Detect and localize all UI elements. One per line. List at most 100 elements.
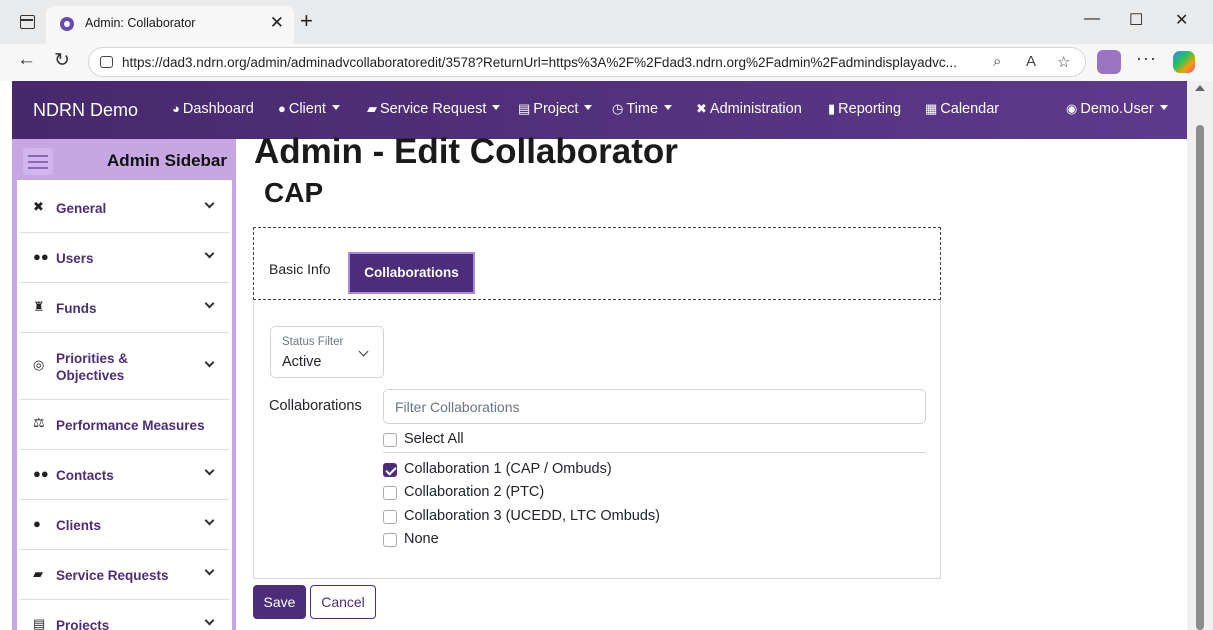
nav-user-menu[interactable]: ◉ Demo.User (1066, 101, 1168, 117)
caret-down-icon (331, 105, 340, 110)
clock-icon: ◷ (612, 101, 624, 116)
nav-label: Reporting (838, 101, 902, 117)
option-label[interactable]: Collaboration 2 (PTC) (404, 484, 544, 500)
chevron-down-icon (204, 515, 215, 526)
sidebar-item-label: Priorities & Objectives (56, 351, 129, 383)
nav-service-request[interactable]: ▰ Service Request (367, 101, 501, 117)
file-icon: ▮ (828, 101, 836, 116)
more-options-icon[interactable]: ··· (1136, 48, 1157, 69)
page-viewport: NDRN Demo ◕ Dashboard ● Client ▰ Service Re… (12, 81, 1187, 630)
url-text[interactable]: https://dad3.ndrn.org/admin/adminadvcoll… (122, 55, 982, 70)
checkbox[interactable] (383, 433, 397, 447)
copilot-icon[interactable] (1173, 51, 1195, 73)
option-label[interactable]: None (404, 531, 439, 547)
browser-tab[interactable]: Admin: Collaborator ✕ (46, 6, 294, 44)
checkbox[interactable] (383, 510, 397, 524)
tab-collaborations[interactable]: Collaborations (348, 252, 475, 294)
chevron-down-icon (204, 615, 215, 626)
user-circle-icon: ◉ (1066, 101, 1078, 116)
option-label[interactable]: Collaboration 1 (CAP / Ombuds) (404, 461, 612, 477)
user-name: Demo.User (1080, 101, 1154, 117)
select-all-label[interactable]: Select All (404, 431, 464, 447)
sidebar-item-label: Contacts (56, 468, 114, 483)
refresh-icon[interactable]: ↻ (54, 49, 70, 72)
balance-scale-icon: ⚖ (33, 415, 45, 430)
nav-client[interactable]: ● Client (278, 101, 340, 117)
chevron-down-icon (204, 198, 215, 209)
user-icon: ● (278, 101, 286, 116)
scroll-up-icon[interactable] (1195, 85, 1205, 91)
top-navbar: NDRN Demo ◕ Dashboard ● Client ▰ Service Re… (12, 81, 1187, 139)
minimize-icon[interactable]: — (1084, 10, 1100, 28)
status-filter-select[interactable]: Status Filter Active (270, 326, 384, 378)
sidebar-item-funds[interactable]: ♜ Funds (20, 283, 229, 333)
site-info-icon[interactable] (100, 56, 113, 68)
money-bag-icon: ♜ (33, 299, 45, 314)
brand-link[interactable]: NDRN Demo (33, 100, 138, 121)
page-scrollbar[interactable] (1187, 81, 1213, 630)
status-filter-value: Active (282, 354, 322, 370)
sidebar-item-label: General (56, 201, 107, 216)
sidebar-item-general[interactable]: ✖ General (20, 180, 229, 233)
hamburger-menu-icon[interactable] (23, 148, 53, 175)
chevron-down-icon (204, 465, 215, 476)
nav-project[interactable]: ▤ Project (518, 101, 593, 117)
users-icon: ●● (33, 249, 49, 264)
nav-administration[interactable]: ✖ Administration (696, 101, 802, 117)
user-icon: ● (33, 516, 41, 531)
admin-sidebar: Admin Sidebar ✖ General ●● Users ♜ Funds… (12, 139, 236, 630)
sidebar-menu: ✖ General ●● Users ♜ Funds ◎ Priorities … (17, 180, 232, 630)
sidebar-item-label: Service Requests (56, 568, 169, 583)
address-bar: ← ↻ https://dad3.ndrn.org/admin/adminadv… (0, 44, 1213, 81)
tab-basic-info[interactable]: Basic Info (269, 261, 330, 277)
read-aloud-icon[interactable]: A (1026, 53, 1036, 70)
clipboard-icon: ▤ (33, 616, 46, 630)
sidebar-item-projects[interactable]: ▤ Projects (20, 600, 229, 630)
sidebar-item-priorities[interactable]: ◎ Priorities & Objectives (20, 333, 229, 400)
url-field[interactable]: https://dad3.ndrn.org/admin/adminadvcoll… (88, 47, 1086, 77)
nav-dashboard[interactable]: ◕ Dashboard (172, 101, 254, 117)
zoom-icon[interactable]: ⌕ (993, 53, 1001, 70)
profile-avatar[interactable] (1097, 50, 1121, 74)
sidebar-item-performance-measures[interactable]: ⚖ Performance Measures (20, 400, 229, 450)
chevron-down-icon (204, 298, 215, 309)
sidebar-item-contacts[interactable]: ●● Contacts (20, 450, 229, 500)
sidebar-item-label: Performance Measures (56, 418, 205, 433)
sidebar-item-label: Clients (56, 518, 102, 533)
close-window-icon[interactable]: ✕ (1175, 10, 1188, 30)
tab-actions-icon[interactable] (20, 15, 35, 29)
checkbox[interactable] (383, 486, 397, 500)
maximize-icon[interactable]: ☐ (1129, 10, 1143, 30)
target-icon: ◎ (33, 357, 45, 372)
tools-icon: ✖ (696, 101, 707, 116)
save-button[interactable]: Save (253, 585, 306, 619)
back-icon[interactable]: ← (17, 49, 36, 71)
briefcase-icon: ▰ (367, 101, 377, 116)
sidebar-header: Admin Sidebar (12, 139, 236, 180)
nav-time[interactable]: ◷ Time (612, 101, 673, 117)
nav-calendar[interactable]: ▦ Calendar (925, 101, 999, 117)
tab-title: Admin: Collaborator (85, 16, 196, 30)
cancel-button[interactable]: Cancel (310, 585, 376, 619)
contacts-icon: ●● (33, 466, 49, 481)
favorite-star-icon[interactable]: ☆ (1057, 53, 1070, 71)
dashboard-icon: ◕ (172, 101, 180, 116)
new-tab-icon[interactable]: + (300, 8, 313, 34)
scroll-thumb[interactable] (1196, 125, 1204, 630)
caret-down-icon (664, 105, 673, 110)
checkbox-checked[interactable] (383, 463, 397, 477)
filter-collaborations-input[interactable] (383, 389, 926, 424)
option-label[interactable]: Collaboration 3 (UCEDD, LTC Ombuds) (404, 508, 660, 524)
tools-icon: ✖ (33, 199, 44, 214)
sidebar-item-label: Funds (56, 301, 97, 316)
sidebar-item-service-requests[interactable]: ▰ Service Requests (20, 550, 229, 600)
chevron-down-icon (204, 357, 215, 368)
collaborations-panel: Status Filter Active Collaborations Sele… (253, 300, 941, 579)
chevron-down-icon (358, 346, 369, 357)
close-tab-icon[interactable]: ✕ (270, 13, 284, 33)
chevron-down-icon (204, 565, 215, 576)
nav-reporting[interactable]: ▮ Reporting (828, 101, 901, 117)
sidebar-item-clients[interactable]: ● Clients (20, 500, 229, 550)
checkbox[interactable] (383, 533, 397, 547)
sidebar-item-users[interactable]: ●● Users (20, 233, 229, 283)
